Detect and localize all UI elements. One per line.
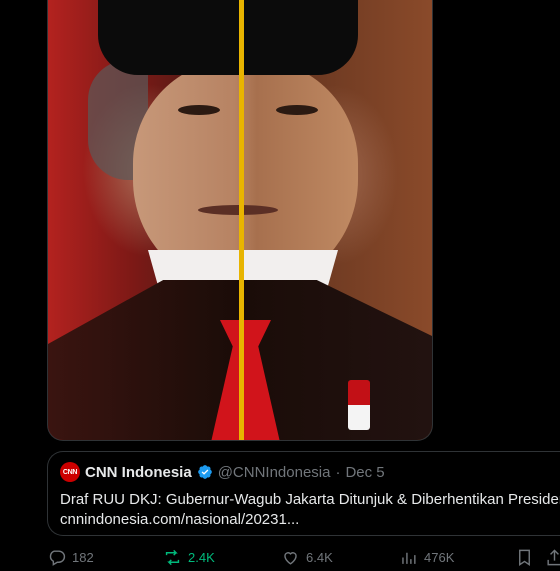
portrait-left-eye — [178, 105, 220, 115]
tweet-media-image[interactable] — [47, 0, 433, 441]
bookmark-button[interactable] — [515, 548, 534, 567]
reply-button[interactable]: 182 — [47, 548, 94, 567]
heart-icon — [284, 551, 297, 565]
views-button[interactable]: 476K — [399, 548, 454, 567]
split-divider-line — [239, 0, 244, 440]
portrait-peci-hat — [98, 0, 358, 75]
portrait-right-eye — [276, 105, 318, 115]
views-chart-icon — [402, 552, 416, 564]
repost-count: 2.4K — [188, 549, 215, 565]
share-icon — [547, 548, 560, 565]
quoted-tweet-line-1: Draf RUU DKJ: Gubernur-Wagub Jakarta Dit… — [60, 491, 560, 508]
verified-badge-icon — [197, 465, 212, 479]
quoted-tweet-link[interactable]: cnnindonesia.com/nasional/20231... — [60, 510, 548, 530]
quoted-tweet-date[interactable]: Dec 5 — [345, 464, 384, 481]
share-button[interactable] — [545, 548, 560, 567]
like-button[interactable]: 6.4K — [281, 548, 333, 567]
repost-button[interactable]: 2.4K — [163, 548, 215, 567]
views-count: 476K — [424, 549, 455, 565]
quoted-tweet-header: CNN CNN Indonesia @CNNIndonesia · Dec 5 — [60, 462, 548, 482]
quoted-tweet-text: Draf RUU DKJ: Gubernur-Wagub Jakarta Dit… — [60, 490, 560, 530]
quoted-author-name[interactable]: CNN Indonesia — [85, 464, 192, 481]
like-count: 6.4K — [306, 549, 333, 565]
reply-count: 182 — [72, 549, 94, 565]
quoted-tweet-card[interactable]: CNN CNN Indonesia @CNNIndonesia · Dec 5 … — [47, 451, 560, 536]
cnn-logo-avatar[interactable]: CNN — [60, 462, 80, 482]
reply-icon — [49, 549, 66, 566]
quoted-author-handle[interactable]: @CNNIndonesia — [218, 464, 331, 481]
portrait-mouth — [198, 205, 278, 215]
tweet-action-bar: 182 2.4K 6.4K 476K — [47, 543, 560, 571]
separator-dot: · — [335, 463, 341, 481]
repost-icon — [165, 549, 180, 565]
bookmark-icon — [519, 549, 530, 566]
flag-pin — [348, 380, 370, 430]
